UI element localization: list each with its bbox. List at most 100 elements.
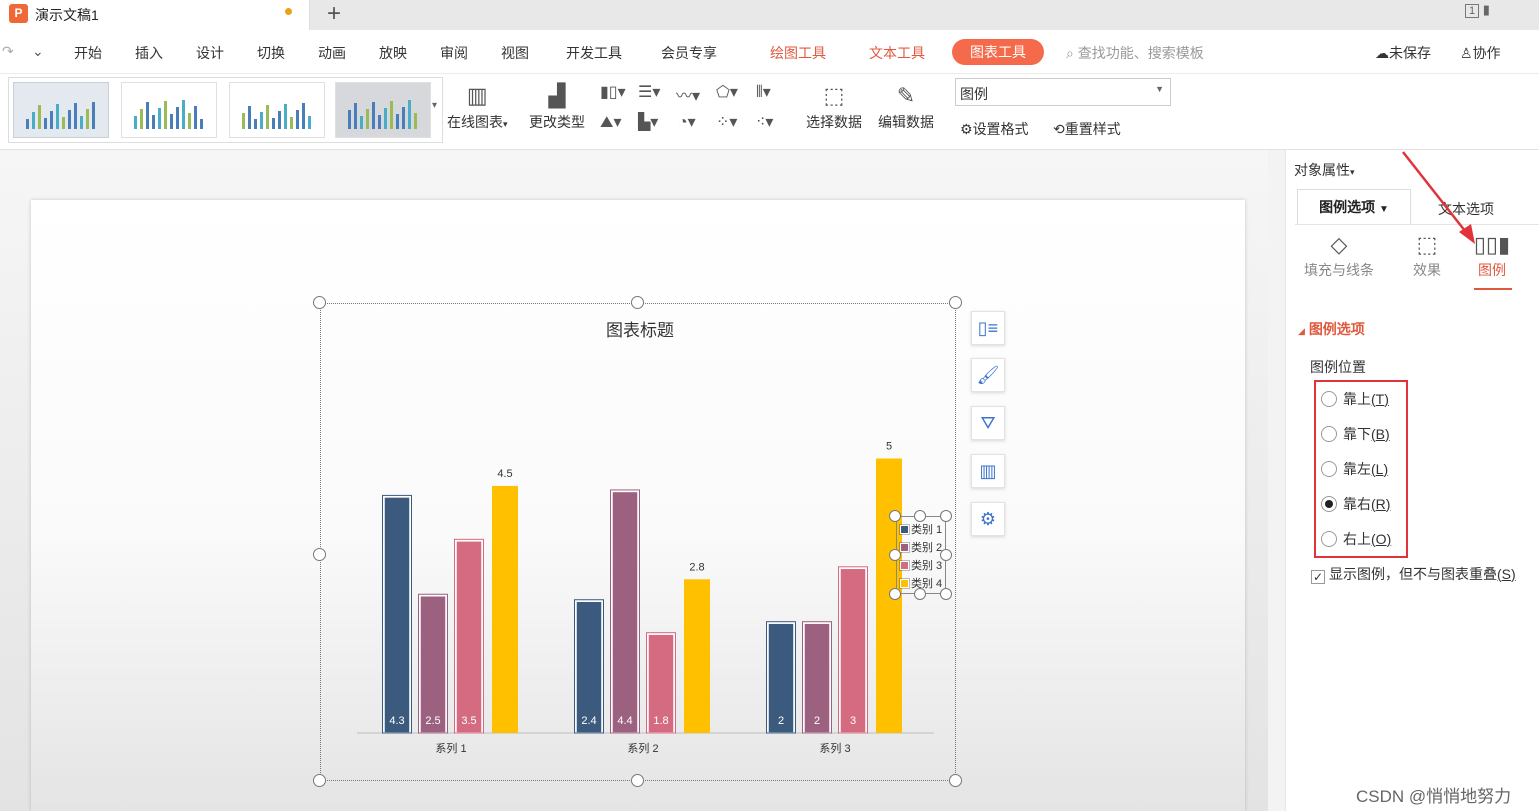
legend-handle[interactable] <box>940 549 952 561</box>
radio-left-key: L <box>1375 461 1384 477</box>
pie-chart-type-icon[interactable]: ◔▾ <box>678 112 696 132</box>
area-chart-type-icon[interactable]: ⛰▾ <box>600 112 621 132</box>
thumbnail-bar <box>44 118 47 129</box>
legend-handle[interactable] <box>940 510 952 522</box>
resize-handle-l[interactable] <box>313 548 326 561</box>
search-box[interactable]: ⌕ 查找功能、搜索模板 <box>1066 43 1204 63</box>
change-type-icon: ▟ <box>548 83 566 108</box>
legend-handle[interactable] <box>889 588 901 600</box>
chart-element-select[interactable]: 图例 ▼ <box>955 78 1171 106</box>
no-overlap-checkbox[interactable]: ✓ 显示图例，但不与图表重叠(S) <box>1311 564 1516 584</box>
chart-filter-icon[interactable]: ⛛ <box>971 406 1005 440</box>
edit-data-icon: ✎ <box>896 83 916 108</box>
menu-text-tools[interactable]: 文本工具 <box>869 43 925 63</box>
collaborate-button[interactable]: ♙协作 <box>1460 43 1501 63</box>
menu-insert[interactable]: 插入 <box>135 43 163 63</box>
legend-handle[interactable] <box>940 588 952 600</box>
legend-position-label: 图例位置 <box>1310 359 1366 375</box>
radio-top-right[interactable]: 右上(O) <box>1321 529 1391 549</box>
chart-style-4[interactable] <box>335 82 431 138</box>
legend-handle[interactable] <box>889 549 901 561</box>
radar-chart-type-icon[interactable]: ⬠▾ <box>716 82 738 102</box>
watermark: CSDN @悄悄地努力 <box>1356 787 1512 806</box>
chart-elements-icon[interactable]: ▯≡ <box>971 311 1005 345</box>
reset-style-button[interactable]: ⟲重置样式 <box>1053 119 1121 139</box>
section-legend-options[interactable]: ◢ 图例选项 <box>1298 319 1365 339</box>
chart-settings-gear-icon[interactable]: ⚙ <box>971 502 1005 536</box>
panel-splitter[interactable] <box>1268 150 1285 811</box>
tab-legend-options[interactable]: 图例选项 ▼ <box>1297 189 1411 225</box>
menu-view[interactable]: 视图 <box>501 43 529 63</box>
resize-handle-br[interactable] <box>949 774 962 787</box>
radio-right[interactable]: 靠右(R) <box>1321 494 1390 514</box>
menu-design[interactable]: 设计 <box>196 43 224 63</box>
edit-data-button[interactable]: ✎ 编辑数据 <box>878 80 934 132</box>
change-type-button[interactable]: ▟ 更改类型 <box>529 80 585 132</box>
thumbnail-bar <box>176 107 179 129</box>
menu-developer[interactable]: 开发工具 <box>566 43 622 63</box>
chevron-down-icon: ▼ <box>1378 204 1389 215</box>
thumbnail-bar <box>146 102 149 129</box>
gallery-more-icon[interactable]: ▾ <box>432 100 437 111</box>
chart-style-2[interactable] <box>121 82 217 138</box>
resize-handle-b[interactable] <box>631 774 644 787</box>
resize-handle-tr[interactable] <box>949 296 962 309</box>
bubble-chart-type-icon[interactable]: ⁖▾ <box>756 112 773 132</box>
menu-review[interactable]: 审阅 <box>440 43 468 63</box>
radio-right-key: R <box>1375 496 1386 512</box>
save-status-button[interactable]: ☁未保存 <box>1375 43 1431 63</box>
thumbnail-bar <box>158 108 161 129</box>
checkbox-check-icon: ✓ <box>1311 570 1325 584</box>
menu-transition[interactable]: 切换 <box>257 43 285 63</box>
thumbnail-bar <box>152 115 155 129</box>
select-data-button[interactable]: ⬚ 选择数据 <box>806 80 862 132</box>
online-chart-button[interactable]: ▥ 在线图表▾ <box>447 80 508 132</box>
menu-slideshow[interactable]: 放映 <box>379 43 407 63</box>
thumbnail-bar <box>378 115 381 129</box>
document-tab[interactable]: P 演示文稿1 <box>0 0 310 30</box>
object-properties-header[interactable]: 对象属性▾ <box>1294 160 1355 180</box>
thumbnail-bar <box>384 108 387 129</box>
menu-drawing-tools[interactable]: 绘图工具 <box>770 43 826 63</box>
chart-style-brush-icon[interactable]: 🖌 <box>971 358 1005 392</box>
legend-handle[interactable] <box>914 588 926 600</box>
data-label: 3 <box>850 715 856 727</box>
thumbnail-bar <box>290 117 293 129</box>
resize-handle-bl[interactable] <box>313 774 326 787</box>
chart-style-3[interactable] <box>229 82 325 138</box>
set-format-button[interactable]: ⚙设置格式 <box>960 119 1029 139</box>
menu-chart-tools[interactable]: 图表工具 <box>952 39 1044 65</box>
chart-title[interactable]: 图表标题 <box>560 316 720 341</box>
resize-handle-tl[interactable] <box>313 296 326 309</box>
scatter-chart-type-icon[interactable]: ⁘▾ <box>716 112 737 132</box>
menu-animation[interactable]: 动画 <box>318 43 346 63</box>
radio-left[interactable]: 靠左(L) <box>1321 459 1388 479</box>
horizontal-bar-type-icon[interactable]: ☰▾ <box>638 82 660 102</box>
radio-bottom[interactable]: 靠下(B) <box>1321 424 1390 444</box>
thumbnail-bar <box>360 116 363 129</box>
stock-chart-type-icon[interactable]: ⫴▾ <box>756 82 771 102</box>
legend-swatch <box>899 578 910 589</box>
legend-handle[interactable] <box>889 510 901 522</box>
fill-line-tab[interactable]: ◇ 填充与线条 <box>1301 230 1377 280</box>
online-chart-icon[interactable]: ▥ <box>971 454 1005 488</box>
legend-handle[interactable] <box>914 510 926 522</box>
line-chart-type-icon[interactable]: 〰▾ <box>676 82 700 106</box>
redo-icon[interactable]: ↷ <box>2 43 14 60</box>
resize-handle-t[interactable] <box>631 296 644 309</box>
chart-style-1[interactable] <box>13 82 109 138</box>
thumbnail-bar <box>372 102 375 129</box>
thumbnail-bar <box>284 104 287 129</box>
chart-bar <box>419 594 447 734</box>
menu-home[interactable]: 开始 <box>74 43 102 63</box>
thumbnail-bar <box>50 111 53 129</box>
quick-access-dropdown-icon[interactable]: ⌄ <box>32 43 44 60</box>
radio-circle <box>1321 461 1337 477</box>
new-tab-button[interactable]: + <box>327 0 341 28</box>
radio-top[interactable]: 靠上(T) <box>1321 389 1389 409</box>
window-count-icon[interactable]: 1 ▮ <box>1465 2 1490 18</box>
combo-chart-type-icon[interactable]: ▙▾ <box>638 112 658 132</box>
menu-member[interactable]: 会员专享 <box>661 43 717 63</box>
radio-top-right-key: O <box>1375 531 1387 547</box>
bar-chart-type-icon[interactable]: ▮▯▾ <box>600 82 626 102</box>
